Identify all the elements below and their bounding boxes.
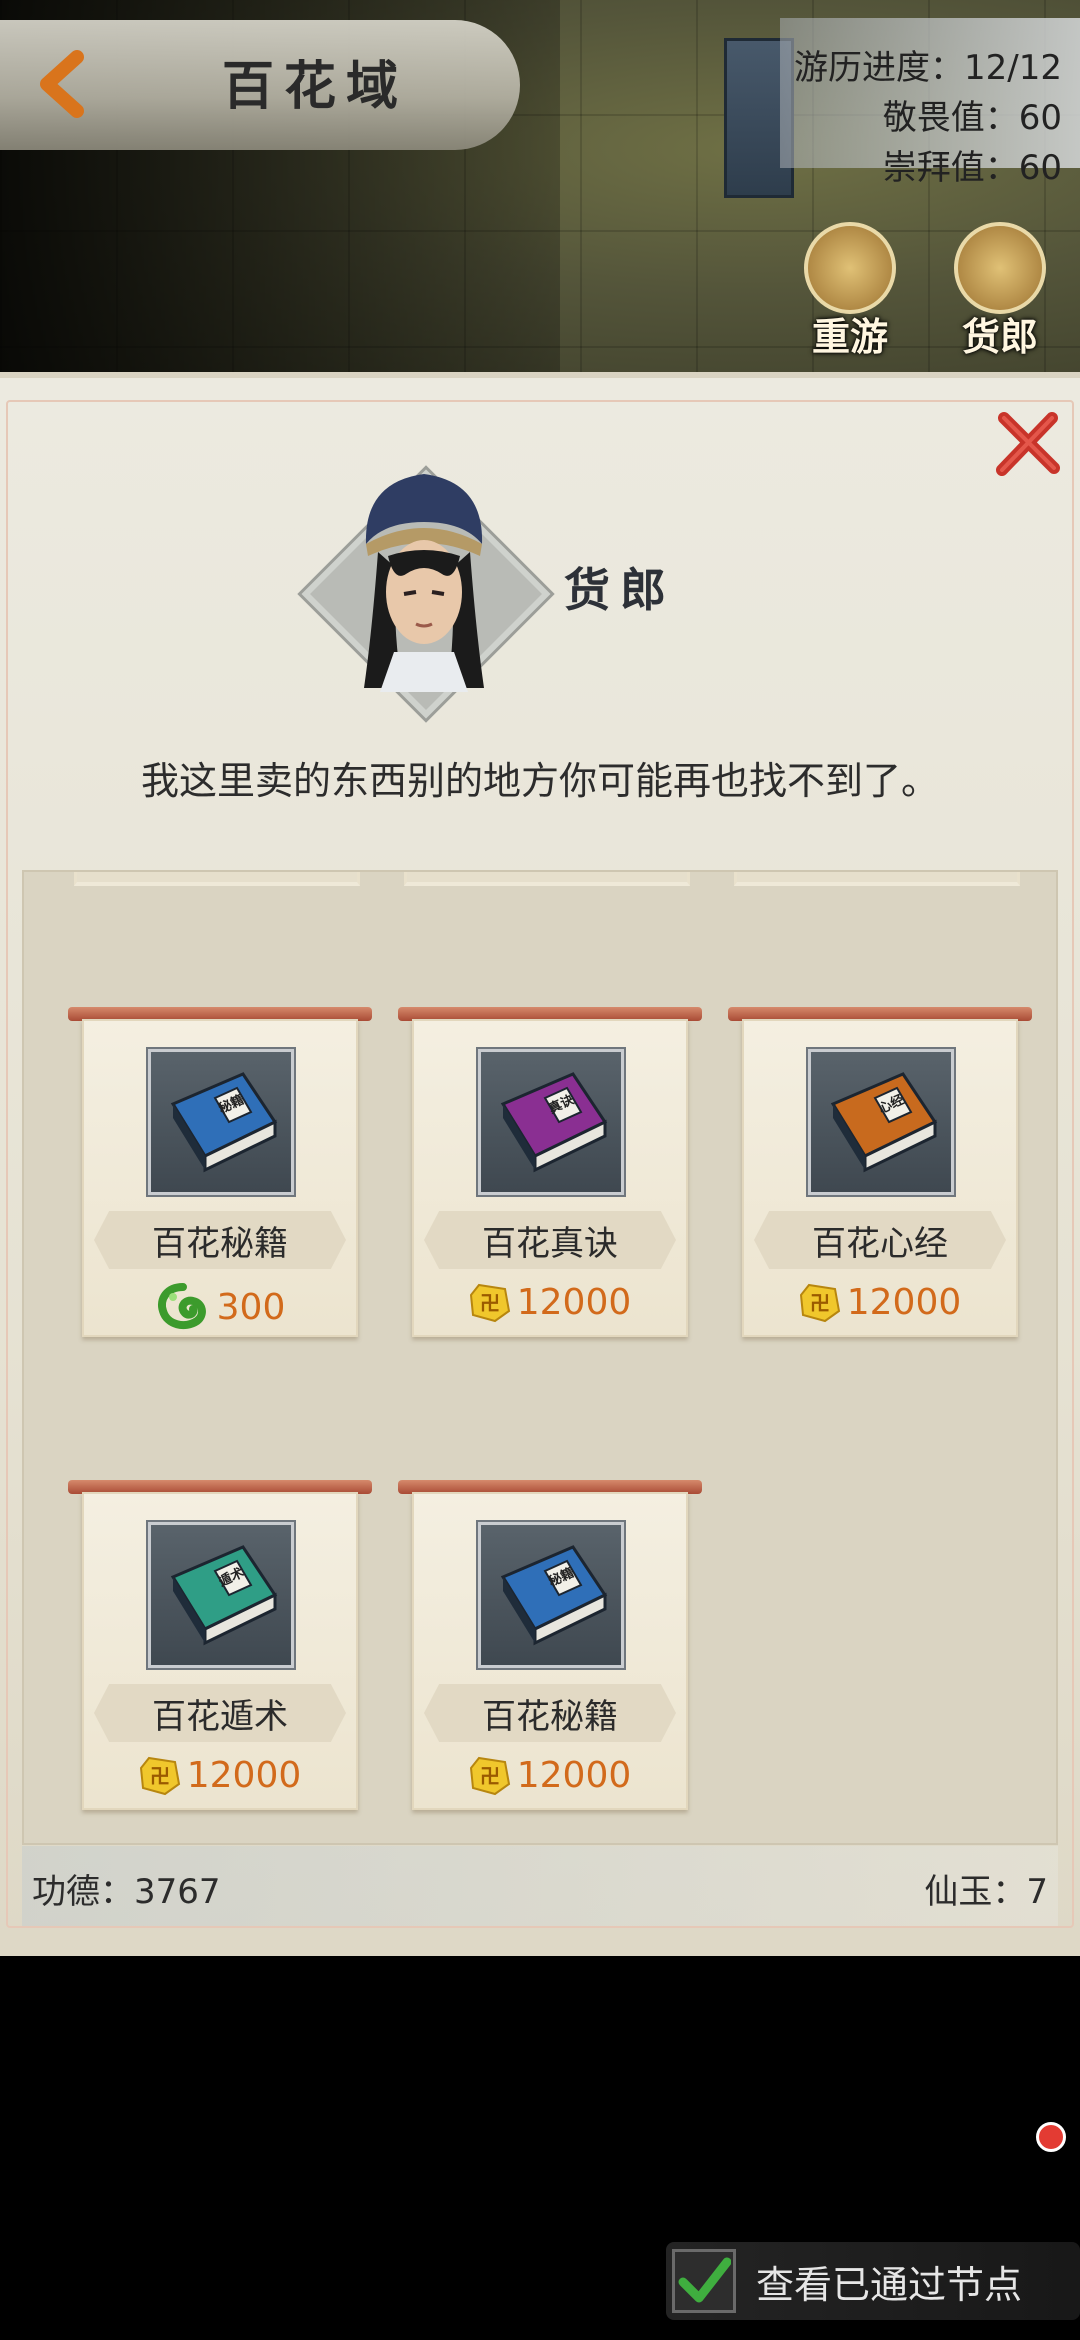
npc-name: 货郎 <box>564 563 676 617</box>
peddler-button[interactable]: 货郎 <box>940 222 1060 362</box>
item-icon-frame: 真诀 <box>476 1047 626 1197</box>
peddler-label: 货郎 <box>961 314 1038 359</box>
item-price-value: 12000 <box>846 1281 962 1323</box>
peddler-icon <box>954 222 1046 314</box>
scrolled-card-edge <box>74 872 360 886</box>
svg-text:卍: 卍 <box>480 1764 500 1788</box>
item-name: 百花真诀 <box>424 1211 676 1269</box>
gold-coin-icon: 卍 <box>469 1754 511 1796</box>
shop-item-card[interactable]: 秘籍百花秘籍卍 12000 <box>398 1480 702 1820</box>
gold-coin-icon: 卍 <box>469 1281 511 1323</box>
close-icon <box>996 412 1060 476</box>
svg-text:卍: 卍 <box>810 1291 830 1315</box>
worship-stat: 崇拜值：60 <box>882 148 1062 188</box>
shop-item-card[interactable]: 真诀百花真诀卍 12000 <box>398 1007 702 1347</box>
replay-button[interactable]: 重游 <box>790 222 910 362</box>
gold-coin-icon: 卍 <box>799 1281 841 1323</box>
item-name: 百花秘籍 <box>94 1211 346 1269</box>
item-price: 300 <box>74 1281 366 1333</box>
npc-dialogue: 我这里卖的东西别的地方你可能再也找不到了。 <box>140 759 939 803</box>
replay-icon <box>804 222 896 314</box>
item-price: 卍 12000 <box>404 1754 696 1796</box>
shop-item-card[interactable]: 秘籍百花秘籍 300 <box>68 1007 372 1347</box>
book-icon: 真诀 <box>500 1072 608 1173</box>
scrolled-card-edge <box>734 872 1020 886</box>
merit-balance: 功德：3767 <box>32 1872 221 1912</box>
item-name: 百花心经 <box>754 1211 1006 1269</box>
item-icon-frame: 心经 <box>806 1047 956 1197</box>
bottom-area: 查看已通过节点 <box>0 1956 1080 2340</box>
view-passed-nodes-toggle[interactable]: 查看已通过节点 <box>666 2242 1080 2320</box>
item-price-value: 12000 <box>516 1754 632 1796</box>
back-arrow-icon <box>40 50 84 118</box>
back-button[interactable] <box>24 44 104 124</box>
currency-bar: 功德：3767 仙玉：7 <box>22 1846 1058 1926</box>
shop-item-card[interactable]: 遁术百花遁术卍 12000 <box>68 1480 372 1820</box>
svg-text:卍: 卍 <box>480 1291 500 1315</box>
shop-item-list[interactable]: 秘籍 百花秘籍 300 真诀 百花真诀卍 12000 心经 百花心经卍 12000 遁术 百花遁术卍… <box>22 870 1058 1845</box>
shop-item-card[interactable]: 心经百花心经卍 12000 <box>728 1007 1032 1347</box>
passed-nodes-checkbox[interactable] <box>672 2249 736 2313</box>
item-price-value: 12000 <box>186 1754 302 1796</box>
region-title: 百花域 <box>222 56 409 117</box>
book-icon: 秘籍 <box>170 1072 278 1173</box>
item-price: 卍 12000 <box>404 1281 696 1323</box>
item-icon-frame: 秘籍 <box>146 1047 296 1197</box>
item-price-value: 12000 <box>516 1281 632 1323</box>
item-price: 卍 12000 <box>734 1281 1026 1323</box>
book-icon: 遁术 <box>170 1545 278 1646</box>
peddler-portrait <box>364 474 484 692</box>
item-price-value: 300 <box>216 1286 286 1328</box>
item-icon-frame: 遁术 <box>146 1520 296 1670</box>
checkmark-icon <box>678 2257 731 2303</box>
replay-label: 重游 <box>811 314 888 359</box>
jade-icon <box>155 1281 211 1333</box>
scrolled-card-edge <box>404 872 690 886</box>
item-price: 卍 12000 <box>74 1754 366 1796</box>
jade-balance: 仙玉：7 <box>924 1872 1048 1912</box>
svg-text:卍: 卍 <box>150 1764 170 1788</box>
item-name: 百花秘籍 <box>424 1684 676 1742</box>
book-icon: 心经 <box>830 1072 938 1173</box>
notification-dot[interactable] <box>1036 2122 1066 2152</box>
item-name: 百花遁术 <box>94 1684 346 1742</box>
awe-stat: 敬畏值：60 <box>882 98 1062 138</box>
item-icon-frame: 秘籍 <box>476 1520 626 1670</box>
shop-dialog: 货郎 我这里卖的东西别的地方你可能再也找不到了。 秘籍 百花秘籍 300 真诀 百花真诀… <box>0 372 1080 1956</box>
map-header: 百花域 游历进度：12/12 敬畏值：60 崇拜值：60 重游 货郎 <box>0 0 1080 372</box>
book-icon: 秘籍 <box>500 1545 608 1646</box>
passed-nodes-label: 查看已通过节点 <box>756 2262 1023 2307</box>
progress-stat: 游历进度：12/12 <box>794 48 1062 88</box>
gold-coin-icon: 卍 <box>139 1754 181 1796</box>
close-button[interactable] <box>990 406 1066 482</box>
stats-panel: 游历进度：12/12 敬畏值：60 崇拜值：60 <box>780 18 1080 188</box>
